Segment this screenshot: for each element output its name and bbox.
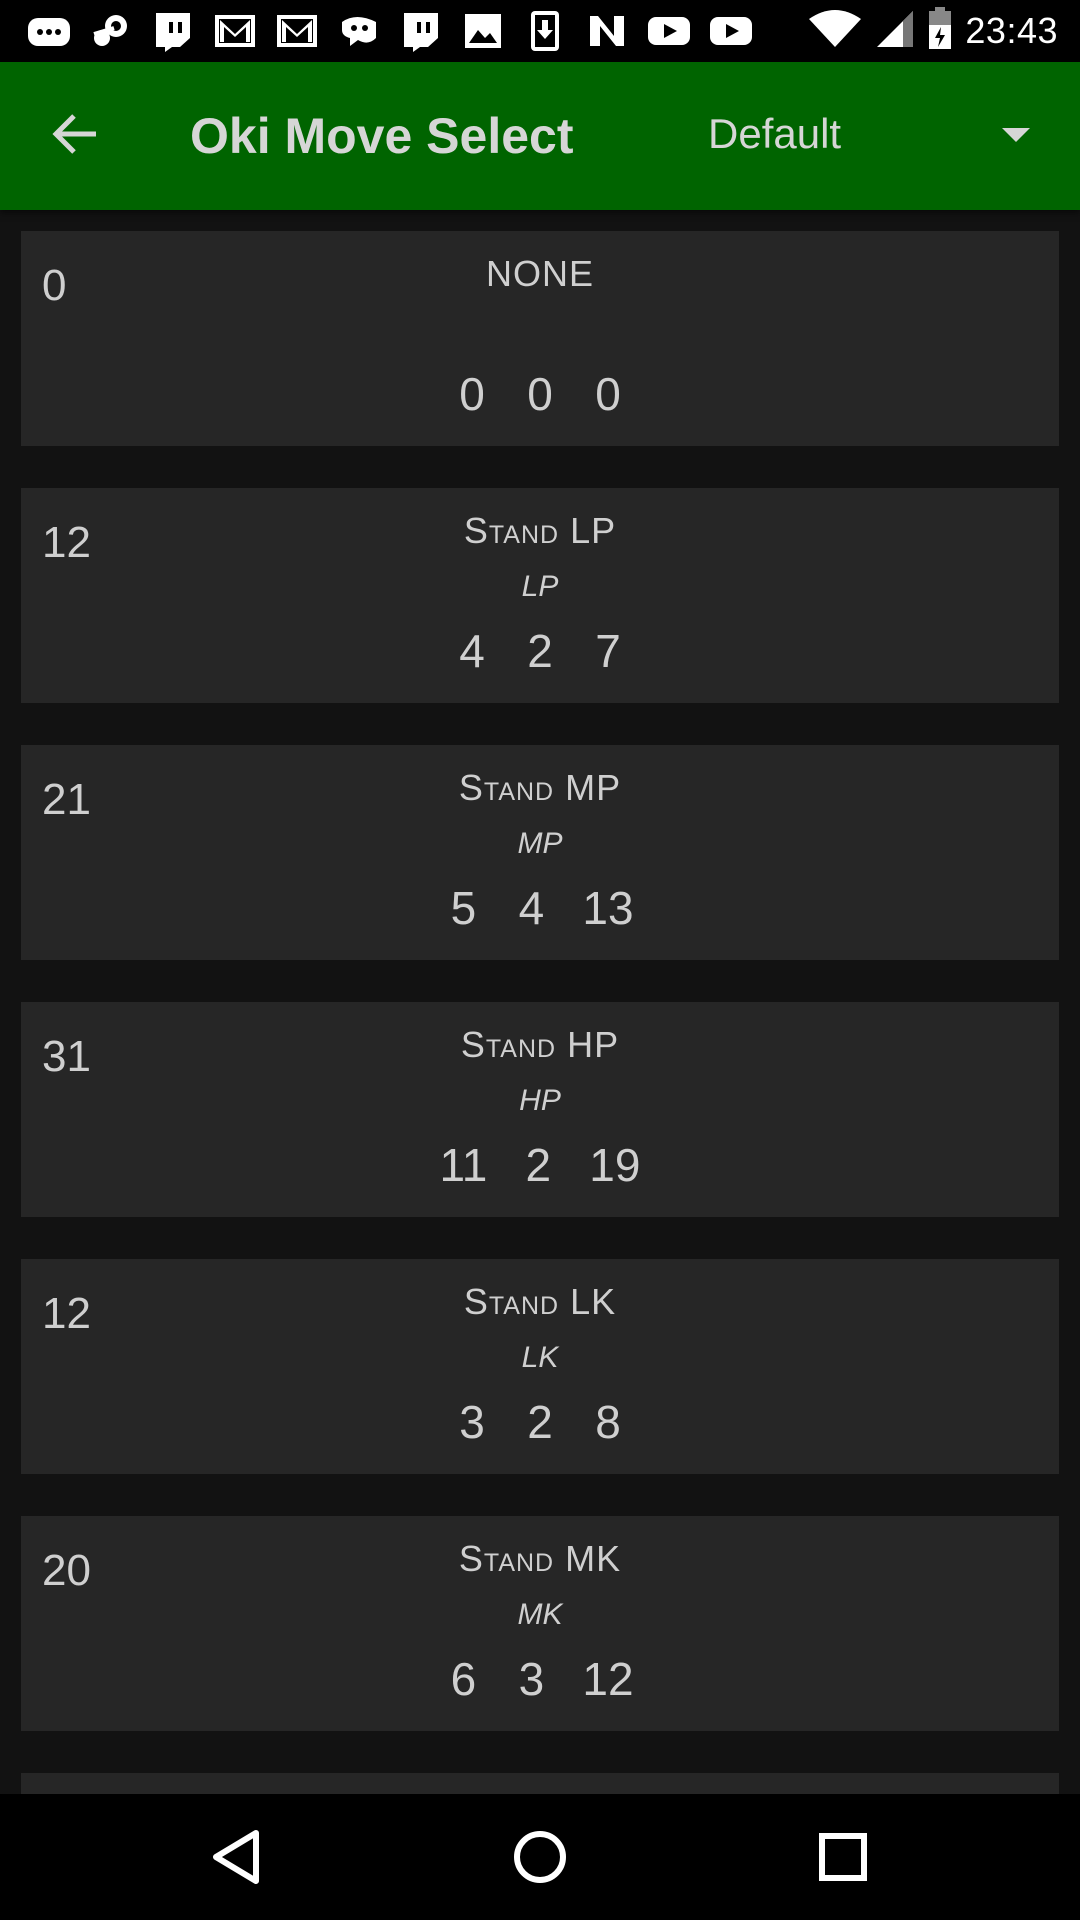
nav-recents-button[interactable] [805, 1819, 881, 1895]
chat-icon [26, 10, 72, 52]
active-frames: 0 [527, 368, 553, 420]
steam-icon [88, 10, 134, 52]
recovery-frames: 7 [595, 625, 621, 677]
gmail-icon [274, 10, 320, 52]
youtube-icon [646, 10, 692, 52]
wifi-icon [807, 9, 863, 53]
active-frames: 2 [527, 1396, 553, 1448]
gmail-icon [212, 10, 258, 52]
frame-data: 3 2 8 [21, 1395, 1059, 1449]
twitch-icon [150, 10, 196, 52]
startup-frames: 6 [450, 1653, 477, 1705]
move-card[interactable]: 12 Stand LK LK 3 2 8 [21, 1259, 1059, 1474]
move-card[interactable]: 0 NONE 0 0 0 [21, 231, 1059, 446]
move-name: Stand MP [458, 767, 622, 808]
frame-data: 6 3 12 [21, 1652, 1059, 1706]
move-name: Stand MK [458, 1538, 622, 1579]
notification-icons [26, 10, 754, 52]
app-bar: Oki Move Select Default [0, 62, 1080, 210]
startup-frames: 5 [450, 882, 477, 934]
recovery-frames: 19 [589, 1139, 641, 1191]
recovery-frames: 13 [582, 882, 634, 934]
frame-data: 4 2 7 [21, 624, 1059, 678]
status-bar: 23:43 [0, 0, 1080, 62]
frame-data: 0 0 0 [21, 367, 1059, 421]
back-button[interactable] [42, 102, 106, 166]
move-input: MP [517, 827, 563, 860]
frame-data: 11 2 19 [21, 1138, 1059, 1192]
startup-frames: 3 [459, 1396, 485, 1448]
move-card[interactable]: 20 Stand MK MK 6 3 12 [21, 1516, 1059, 1731]
startup-frames: 4 [459, 625, 485, 677]
status-time: 23:43 [965, 10, 1058, 51]
circle-home-icon [514, 1831, 566, 1883]
download-icon [522, 10, 568, 52]
status-indicators: 23:43 [807, 0, 1058, 62]
chevron-down-icon [1002, 128, 1030, 142]
navigation-bar [0, 1794, 1080, 1920]
twitch-icon [398, 10, 444, 52]
triangle-back-icon [213, 1830, 259, 1884]
youtube-icon [708, 10, 754, 52]
n-app-icon [584, 10, 630, 52]
signal-icon [875, 9, 915, 53]
page-title: Oki Move Select [190, 108, 574, 164]
move-input: LK [521, 1341, 559, 1374]
nav-home-button[interactable] [502, 1819, 578, 1895]
image-icon [460, 10, 506, 52]
move-name: NONE [485, 253, 594, 294]
recovery-frames: 12 [582, 1653, 634, 1705]
startup-frames: 0 [459, 368, 485, 420]
startup-frames: 11 [439, 1139, 488, 1191]
move-name: Stand LP [463, 510, 617, 551]
move-name: Stand LK [463, 1281, 617, 1322]
active-frames: 3 [518, 1653, 545, 1705]
move-card[interactable]: 12 Stand LP LP 4 2 7 [21, 488, 1059, 703]
nav-back-button[interactable] [198, 1819, 274, 1895]
move-list: 0 NONE 0 0 0 12 Stand LP LP 4 2 7 21 Sta… [0, 210, 1080, 1794]
preset-selected-value: Default [708, 110, 842, 157]
active-frames: 2 [525, 1139, 552, 1191]
move-name: Stand HP [460, 1024, 620, 1065]
recovery-frames: 0 [595, 368, 621, 420]
active-frames: 2 [527, 625, 553, 677]
move-card[interactable]: 31 Stand HP HP 11 2 19 [21, 1002, 1059, 1217]
recovery-frames: 8 [595, 1396, 621, 1448]
preset-dropdown[interactable]: Default [700, 92, 1060, 180]
move-card[interactable] [21, 1773, 1059, 1794]
arrow-back-icon [52, 114, 96, 154]
move-input: HP [519, 1084, 561, 1117]
active-frames: 4 [518, 882, 545, 934]
discord-icon [336, 10, 382, 52]
move-card[interactable]: 21 Stand MP MP 5 4 13 [21, 745, 1059, 960]
frame-data: 5 4 13 [21, 881, 1059, 935]
move-input: MK [517, 1598, 563, 1631]
battery-icon [927, 7, 953, 55]
square-recents-icon [819, 1833, 867, 1881]
move-input: LP [521, 570, 559, 603]
